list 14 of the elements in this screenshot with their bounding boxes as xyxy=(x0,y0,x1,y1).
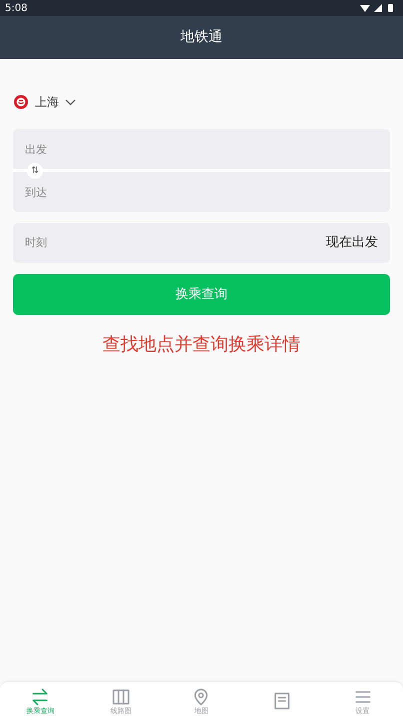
arrival-field[interactable]: 到达 xyxy=(13,172,390,212)
chevron-down-icon xyxy=(65,98,76,106)
metro-logo-icon xyxy=(13,94,29,110)
time-label: 时刻 xyxy=(25,234,47,251)
header-title: 地铁通 xyxy=(180,28,222,47)
document-icon xyxy=(272,691,292,711)
city-selector[interactable]: 上海 xyxy=(13,92,76,112)
book-icon xyxy=(110,687,131,707)
status-time: 5:08 xyxy=(5,2,28,16)
search-button[interactable]: 换乘查询 xyxy=(13,274,390,315)
time-row[interactable]: 时刻 现在出发 xyxy=(13,223,390,263)
hint-text: 查找地点并查询换乘详情 xyxy=(102,333,302,357)
transfer-icon xyxy=(30,687,50,707)
time-value: 现在出发 xyxy=(326,234,378,252)
